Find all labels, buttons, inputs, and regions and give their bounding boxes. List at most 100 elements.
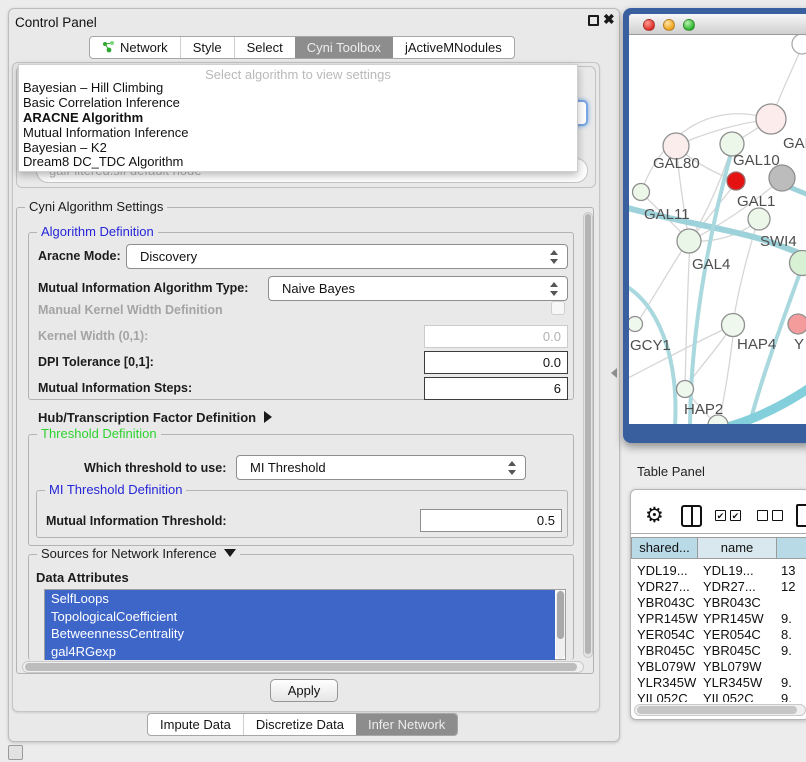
manual-kernel-checkbox[interactable] — [551, 301, 565, 315]
table-cell[interactable]: 8. — [781, 627, 792, 642]
list-item-topologicalcoefficient[interactable]: TopologicalCoefficient — [45, 608, 555, 626]
network-node[interactable] — [792, 35, 806, 54]
hub-definition-toggle[interactable]: Hub/Transcription Factor Definition — [38, 410, 272, 425]
data-attributes-list[interactable]: SelfLoops TopologicalCoefficient Between… — [44, 589, 566, 660]
table-horizontal-scrollbar[interactable] — [634, 704, 806, 716]
kernel-width-field[interactable]: 0.0 — [424, 325, 568, 348]
settings-vertical-scrollbar-thumb[interactable] — [585, 214, 591, 654]
table-cell[interactable]: YDL19... — [637, 563, 688, 578]
table-cell[interactable]: YBL079W — [637, 659, 696, 674]
menu-item-bayesian-hill-climbing[interactable]: Bayesian – Hill Climbing — [19, 81, 577, 96]
menu-item-basic-correlation[interactable]: Basic Correlation Inference — [19, 96, 577, 111]
table-cell[interactable]: YER054C — [637, 627, 695, 642]
table-cell[interactable]: YPR145W — [637, 611, 698, 626]
minimize-traffic-light-icon[interactable] — [663, 19, 675, 31]
float-window-icon[interactable] — [588, 15, 599, 26]
dock-grip-icon[interactable] — [8, 745, 23, 760]
table-cell[interactable]: YBR043C — [637, 595, 695, 610]
node-label: Y — [794, 336, 804, 353]
table-cell[interactable]: 9. — [781, 691, 792, 702]
tab-infer-network[interactable]: Infer Network — [356, 714, 457, 735]
network-graph[interactable]: GAL GAL80 GAL10 GAL1 GAL11 SWI4 GAL4 GCY… — [629, 35, 806, 424]
network-canvas[interactable]: GAL GAL80 GAL10 GAL1 GAL11 SWI4 GAL4 GCY… — [629, 35, 806, 424]
menu-item-aracne[interactable]: ARACNE Algorithm — [19, 111, 577, 126]
checkbox-checked-icon[interactable]: ✔ — [715, 510, 726, 521]
network-node-gal4[interactable] — [677, 229, 701, 253]
list-item-selfloops[interactable]: SelfLoops — [45, 590, 555, 608]
table-cell[interactable]: YDL19... — [703, 563, 754, 578]
table-horizontal-scrollbar-thumb[interactable] — [637, 706, 797, 714]
checkbox-unchecked-icon[interactable] — [757, 510, 768, 521]
table-cell[interactable]: YIL052C — [703, 691, 754, 702]
mi-threshold-field[interactable]: 0.5 — [420, 509, 562, 532]
menu-item-dream8[interactable]: Dream8 DC_TDC Algorithm — [19, 155, 577, 170]
table-cell[interactable]: 12 — [781, 579, 795, 594]
table-cell[interactable]: YBR043C — [703, 595, 761, 610]
network-node[interactable] — [790, 251, 806, 276]
table-cell[interactable]: 9. — [781, 643, 792, 658]
cyni-bottom-tabbar: Impute Data Discretize Data Infer Networ… — [147, 713, 458, 736]
which-threshold-combo[interactable]: MI Threshold — [236, 455, 526, 480]
tab-style[interactable]: Style — [180, 37, 234, 58]
table-cell[interactable]: YBR045C — [637, 643, 695, 658]
network-node-salmon[interactable] — [788, 314, 806, 334]
combo-spinner-icon — [550, 249, 558, 265]
mi-type-label: Mutual Information Algorithm Type: — [38, 281, 248, 295]
attributes-scrollbar[interactable] — [556, 590, 565, 659]
table-cell[interactable]: 9. — [781, 611, 792, 626]
table-cell[interactable]: 13 — [781, 563, 795, 578]
table-cell[interactable]: YBR045C — [703, 643, 761, 658]
settings-horizontal-scrollbar-thumb[interactable] — [25, 663, 577, 671]
gear-icon[interactable]: ⚙ — [645, 503, 664, 528]
settings-horizontal-scrollbar[interactable] — [22, 661, 584, 673]
tab-discretize-data[interactable]: Discretize Data — [243, 714, 356, 735]
network-window-titlebar[interactable] — [629, 14, 806, 35]
tab-impute-data[interactable]: Impute Data — [148, 714, 243, 735]
list-item-betweennesscentrality[interactable]: BetweennessCentrality — [45, 625, 555, 643]
checkbox-checked-icon[interactable]: ✔ — [730, 510, 741, 521]
table-cell[interactable]: YER054C — [703, 627, 761, 642]
close-traffic-light-icon[interactable] — [643, 19, 655, 31]
column-header-name[interactable]: name — [697, 537, 777, 559]
aracne-mode-combo[interactable]: Discovery — [126, 244, 568, 269]
column-header-partial[interactable] — [776, 537, 806, 559]
network-node[interactable] — [756, 104, 786, 134]
settings-vertical-scrollbar[interactable] — [583, 212, 593, 658]
network-node-gcy1[interactable] — [629, 317, 643, 332]
split-columns-icon[interactable] — [681, 505, 702, 527]
list-item-gal4rgexp[interactable]: gal4RGexp — [45, 643, 555, 661]
table-cell[interactable]: YBL079W — [703, 659, 762, 674]
tab-cyni-toolbox[interactable]: Cyni Toolbox — [295, 37, 393, 58]
node-label: SWI4 — [760, 233, 797, 250]
table-cell[interactable]: YDR27... — [703, 579, 756, 594]
apply-button[interactable]: Apply — [270, 679, 338, 702]
attributes-scrollbar-thumb[interactable] — [557, 591, 564, 639]
tab-select[interactable]: Select — [234, 37, 295, 58]
column-header-shared-name[interactable]: shared... — [631, 537, 698, 559]
table-cell[interactable]: YPR145W — [703, 611, 764, 626]
network-node-hap4[interactable] — [722, 314, 745, 337]
tab-network[interactable]: Network — [90, 37, 180, 58]
network-node-selected-red[interactable] — [727, 172, 745, 190]
table-cell[interactable]: 9. — [781, 675, 792, 690]
mi-steps-field[interactable]: 6 — [424, 377, 568, 400]
close-icon[interactable]: ✖ — [603, 11, 615, 28]
table-cell[interactable]: YIL052C — [637, 691, 688, 702]
sources-title[interactable]: Sources for Network Inference — [37, 546, 240, 561]
splitter-collapse-icon[interactable] — [611, 368, 617, 378]
collapse-down-icon — [224, 549, 236, 557]
network-node-hap2[interactable] — [677, 381, 694, 398]
network-node-gal11[interactable] — [633, 184, 650, 201]
dpi-tolerance-field[interactable]: 0.0 — [424, 351, 568, 374]
table-cell[interactable]: YDR27... — [637, 579, 690, 594]
network-node-gal1[interactable] — [748, 208, 770, 230]
table-cell[interactable]: YLR345W — [703, 675, 762, 690]
tab-jactivemnodules[interactable]: jActiveMNodules — [393, 37, 514, 58]
menu-item-mutual-information[interactable]: Mutual Information Inference — [19, 126, 577, 141]
menu-item-bayesian-k2[interactable]: Bayesian – K2 — [19, 141, 577, 156]
mi-type-combo[interactable]: Naive Bayes — [268, 276, 568, 301]
checkbox-unchecked-icon[interactable] — [772, 510, 783, 521]
zoom-traffic-light-icon[interactable] — [683, 19, 695, 31]
table-cell[interactable]: YLR345W — [637, 675, 696, 690]
table-options-icon[interactable] — [796, 504, 806, 527]
